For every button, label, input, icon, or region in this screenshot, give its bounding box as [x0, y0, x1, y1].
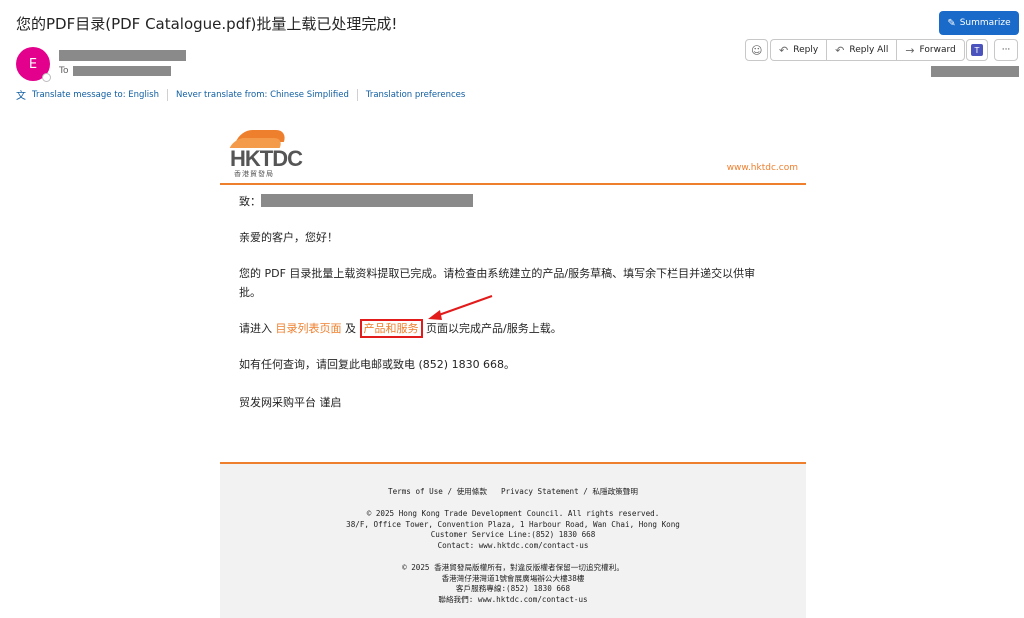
reply-all-button[interactable]: ↶ Reply All — [826, 39, 897, 61]
reply-button[interactable]: ↶ Reply — [770, 39, 827, 61]
catalog-list-link[interactable]: 目录列表页面 — [276, 322, 342, 335]
forward-button[interactable]: → Forward — [896, 39, 965, 61]
greeting: 亲爱的客户，您好！ — [239, 231, 338, 244]
paragraph-1-line-1: 您的 PDF 目录批量上载资料提取已完成。请检查由系统建立的产品/服务草稿、填写… — [239, 267, 756, 280]
more-group: ··· — [994, 39, 1018, 61]
recipient-name-redacted — [261, 194, 473, 207]
footer-zh-copyright: © 2025 香港貿發局版權所有，對違反版權者保留一切追究權利。 — [402, 563, 624, 572]
translate-message-link[interactable]: Translate message to: English — [32, 90, 159, 100]
forward-label: Forward — [919, 45, 956, 55]
logo-subtext: 香港貿發局 — [234, 170, 274, 178]
hktdc-logo: HKTDC 香港貿發局 — [228, 128, 303, 178]
privacy-statement-link[interactable]: Privacy Statement / 私隱政策聲明 — [501, 486, 638, 497]
more-icon: ··· — [1001, 45, 1011, 55]
divider — [167, 88, 168, 101]
reply-group: ↶ Reply ↶ Reply All → Forward — [770, 39, 965, 61]
reply-label: Reply — [793, 45, 819, 55]
paragraph-1: 您的 PDF 目录批量上载资料提取已完成。请检查由系统建立的产品/服务草稿、填写… — [239, 264, 799, 302]
footer-en-contact: Contact: www.hktdc.com/contact-us — [437, 540, 589, 550]
translation-preferences-link[interactable]: Translation preferences — [366, 90, 465, 100]
website-link[interactable]: www.hktdc.com — [727, 163, 798, 173]
footer-en-service: Customer Service Line:(852) 1830 668 — [430, 530, 596, 539]
translate-icon: 文 — [16, 91, 26, 102]
email-footer: Terms of Use / 使用條款 Privacy Statement / … — [220, 462, 806, 618]
share-to-teams-button[interactable]: T — [966, 39, 988, 61]
email-subject: 您的PDF目录(PDF Catalogue.pdf)批量上载已处理完成! — [16, 15, 398, 33]
sender-avatar[interactable]: E — [16, 47, 51, 82]
never-translate-link[interactable]: Never translate from: Chinese Simplified — [176, 90, 349, 100]
teams-icon: T — [971, 44, 983, 56]
sparkle-icon: ✎ — [947, 17, 956, 29]
reply-icon: ↶ — [779, 43, 789, 57]
header-divider — [220, 183, 806, 185]
forward-icon: → — [905, 43, 915, 57]
footer-english: © 2025 Hong Kong Trade Development Counc… — [220, 509, 806, 551]
contact-line: 如有任何查询，请回复此电邮或致电 (852) 1830 668。 — [239, 358, 516, 371]
footer-zh-contact: 聯絡我們: www.hktdc.com/contact-us — [438, 594, 588, 604]
avatar-letter: E — [28, 56, 38, 72]
footer-en-address: 38/F, Office Tower, Convention Plaza, 1 … — [346, 519, 680, 529]
to-line: 致： — [239, 192, 261, 211]
message-actions: ☺ — [745, 39, 769, 61]
to-prefix: 致： — [239, 195, 261, 208]
teams-group: T — [966, 39, 988, 61]
para2-prefix: 请进入 — [239, 322, 272, 335]
footer-zh-service: 客戶服務專線:(852) 1830 668 — [455, 584, 571, 593]
reply-all-label: Reply All — [849, 45, 889, 55]
terms-of-use-link[interactable]: Terms of Use / 使用條款 — [388, 486, 487, 497]
paragraph-2: 请进入 目录列表页面 及 产品和服务 页面以完成产品/服务上载。 — [239, 319, 562, 338]
footer-chinese: © 2025 香港貿發局版權所有，對違反版權者保留一切追究權利。 香港灣仔港灣道… — [220, 563, 806, 605]
sender-name-redacted — [59, 50, 186, 61]
footer-links: Terms of Use / 使用條款 Privacy Statement / … — [220, 486, 806, 497]
divider — [356, 88, 358, 101]
translate-bar: 文 Translate message to: English Never tr… — [16, 87, 465, 102]
paragraph-1-line-2: 批。 — [239, 286, 261, 299]
summarize-button[interactable]: ✎ Summarize — [939, 11, 1019, 35]
footer-zh-address: 香港灣仔港灣道1號會展廣場辦公大樓38樓 — [441, 573, 585, 583]
summarize-label: Summarize — [959, 18, 1011, 28]
more-actions-button[interactable]: ··· — [994, 39, 1018, 61]
recipient-redacted — [73, 66, 171, 76]
emoji-reaction-button[interactable]: ☺ — [745, 39, 769, 61]
smiley-icon: ☺ — [751, 43, 763, 57]
products-services-link[interactable]: 产品和服务 — [359, 319, 423, 338]
red-annotation-arrow — [428, 295, 493, 320]
footer-en-copyright: © 2025 Hong Kong Trade Development Counc… — [366, 509, 660, 518]
to-label: To — [59, 66, 69, 76]
presence-dot — [42, 73, 51, 82]
reply-all-icon: ↶ — [835, 43, 845, 57]
date-redacted — [931, 66, 1019, 77]
signoff: 贸发网采购平台 谨启 — [239, 396, 342, 409]
para2-and: 及 — [345, 322, 356, 335]
